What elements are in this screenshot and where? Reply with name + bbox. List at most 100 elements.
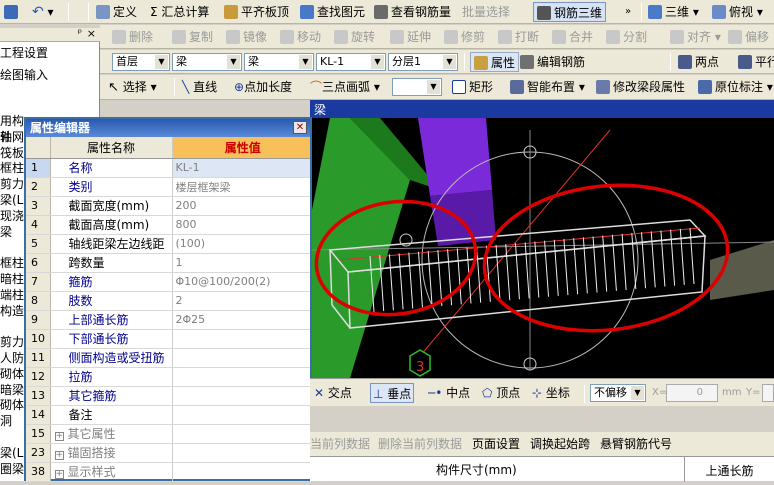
3d-viewport[interactable]: 梁 3 — [310, 100, 774, 378]
property-value[interactable]: 2 — [172, 291, 310, 311]
break-button[interactable]: 打断 — [498, 27, 539, 47]
property-row[interactable]: 10 下部通长筋 — [26, 329, 310, 349]
x-input[interactable]: 0 — [666, 384, 718, 402]
point-length-button[interactable]: ⊕点加长度 — [234, 77, 292, 97]
property-row[interactable]: 7 箍筋 Φ10@100/200(2) — [26, 272, 310, 292]
split-button[interactable]: 分割 — [606, 27, 647, 47]
tree-item[interactable] — [0, 430, 24, 446]
view-top-dropdown[interactable]: 俯视 ▾ — [712, 2, 763, 22]
cantilever-code-button[interactable]: 悬臂钢筋代号 — [600, 434, 672, 454]
tree-item[interactable]: 剪力 — [0, 335, 24, 351]
property-value[interactable]: 800 — [172, 215, 310, 235]
tree-item[interactable]: 剪力 — [0, 177, 24, 193]
tree-item[interactable]: 梁(L — [0, 193, 24, 209]
close-icon[interactable]: × — [87, 27, 96, 40]
tree-item[interactable]: 人防 — [0, 351, 24, 367]
summary-calc-button[interactable]: Σ 汇总计算 — [150, 2, 209, 22]
project-settings-tab[interactable]: 工程设置 — [0, 44, 48, 61]
property-value[interactable]: Φ10@100/200(2) — [172, 272, 310, 292]
tree-item[interactable]: 暗梁 — [0, 383, 24, 399]
tree-item[interactable]: 梁(L — [0, 446, 24, 462]
snap-vertex-toggle[interactable]: ⬠ 顶点 — [482, 383, 520, 403]
delete-button[interactable]: 删除 — [112, 27, 153, 47]
property-value[interactable] — [172, 405, 310, 425]
toolbar-overflow-icon[interactable]: » — [625, 2, 631, 22]
edit-rebar-button[interactable]: 编辑钢筋 — [520, 52, 585, 72]
property-editor-title[interactable]: 属性编辑器 ✕ — [26, 119, 310, 137]
three-arc-button[interactable]: ⌒三点画弧 ▾ — [310, 77, 380, 97]
property-value[interactable] — [172, 462, 310, 482]
tree-item[interactable] — [0, 240, 24, 256]
move-button[interactable]: 移动 — [280, 27, 321, 47]
parallel-button[interactable]: 平行 — [738, 52, 774, 72]
property-row[interactable]: 5 轴线距梁左边线距 (100) — [26, 234, 310, 254]
element-select[interactable]: KL-1 ▼ — [316, 53, 386, 71]
align-slab-top-button[interactable]: 平齐板顶 — [224, 2, 289, 22]
extend-button[interactable]: 延伸 — [390, 27, 431, 47]
tree-item[interactable]: 用构件 — [0, 114, 24, 144]
property-row[interactable]: 15 + 其它属性 — [26, 424, 310, 444]
category-select[interactable]: 梁 ▼ — [172, 53, 242, 71]
tree-item[interactable]: 端柱 — [0, 288, 24, 304]
property-row[interactable]: 4 截面高度(mm) 800 — [26, 215, 310, 235]
property-value[interactable]: 2Φ25 — [172, 310, 310, 330]
property-row[interactable]: 2 类别 楼层框架梁 — [26, 177, 310, 197]
expand-icon[interactable]: + — [54, 451, 64, 460]
two-point-button[interactable]: 两点 — [678, 52, 719, 72]
line-button[interactable]: ╲ 直线 — [182, 77, 217, 97]
tree-item[interactable]: 梁 — [0, 225, 24, 241]
mirror-button[interactable]: 镜像 — [226, 27, 267, 47]
snap-intersect-toggle[interactable]: ✕ 交点 — [314, 383, 352, 403]
property-row[interactable]: 8 肢数 2 — [26, 291, 310, 311]
tree-item[interactable]: 砌体 — [0, 367, 24, 383]
type-select[interactable]: 梁 ▼ — [244, 53, 314, 71]
in-situ-label-button[interactable]: 原位标注 ▾ — [698, 77, 773, 97]
close-icon[interactable]: ✕ — [293, 121, 307, 134]
property-row[interactable]: 6 跨数量 1 — [26, 253, 310, 273]
property-row[interactable]: 14 备注 — [26, 405, 310, 425]
copy-button[interactable]: 复制 — [172, 27, 213, 47]
property-row[interactable]: 3 截面宽度(mm) 200 — [26, 196, 310, 216]
layer-select[interactable]: 分层1 ▼ — [388, 53, 458, 71]
define-button[interactable]: 定义 — [96, 2, 137, 22]
snap-coord-toggle[interactable]: ⊹ 坐标 — [532, 383, 570, 403]
select-button[interactable]: ↖ 选择 ▾ — [108, 77, 157, 97]
property-row[interactable]: 11 侧面构造或受扭筋 — [26, 348, 310, 368]
view-rebar-qty-button[interactable]: 查看钢筋量 — [374, 2, 451, 22]
batch-select-button[interactable]: 批量选择 — [462, 2, 510, 22]
tree-item[interactable]: 洞 — [0, 414, 24, 430]
tree-item[interactable]: 圈梁 — [0, 462, 24, 478]
modify-beam-button[interactable]: 修改梁段属性 — [596, 77, 685, 97]
arc-mode-select[interactable]: ▼ — [392, 78, 442, 96]
property-row[interactable]: 12 拉筋 — [26, 367, 310, 387]
tree-item[interactable]: 现浇 — [0, 209, 24, 225]
property-value[interactable] — [172, 386, 310, 406]
property-value[interactable]: KL-1 — [172, 158, 310, 178]
tree-item[interactable] — [0, 319, 24, 335]
offset-mode-select[interactable]: 不偏移 ▼ — [590, 384, 646, 402]
expand-icon[interactable]: + — [54, 470, 64, 479]
merge-button[interactable]: 合并 — [552, 27, 593, 47]
property-value[interactable] — [172, 329, 310, 349]
tree-item[interactable]: 框柱 — [0, 161, 24, 177]
tree-item[interactable]: 砌体 — [0, 398, 24, 414]
property-value[interactable] — [172, 443, 310, 463]
property-row[interactable]: 23 + 锚固搭接 — [26, 443, 310, 463]
property-row[interactable]: 13 其它箍筋 — [26, 386, 310, 406]
pin-icon[interactable]: ᵖ — [78, 28, 82, 39]
tree-item[interactable]: 暗柱 — [0, 272, 24, 288]
rebar-3d-button[interactable]: 钢筋三维 — [533, 2, 607, 22]
property-value[interactable]: 200 — [172, 196, 310, 216]
align-button[interactable]: 对齐 ▾ — [670, 27, 721, 47]
tree-item[interactable]: 轴网 — [0, 130, 24, 146]
property-value[interactable]: 1 — [172, 253, 310, 273]
offset-button[interactable]: 偏移 — [728, 27, 769, 47]
property-value[interactable]: (100) — [172, 234, 310, 254]
property-value[interactable] — [172, 348, 310, 368]
expand-icon[interactable]: + — [54, 432, 64, 441]
save-icon[interactable] — [4, 2, 21, 22]
property-row[interactable]: 38 + 显示样式 — [26, 462, 310, 482]
undo-button[interactable]: ↶ ▾ — [32, 2, 54, 22]
page-setup-button[interactable]: 页面设置 — [472, 434, 520, 454]
property-value[interactable]: 楼层框架梁 — [172, 177, 310, 197]
